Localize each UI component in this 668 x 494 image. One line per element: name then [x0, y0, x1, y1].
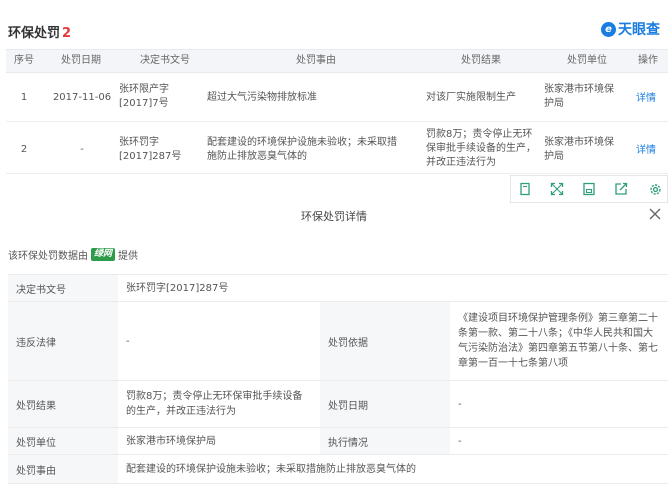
detail-link[interactable]: 详情 [636, 92, 666, 106]
data-source-note: 该环保处罚数据由 绿网 提供 [8, 247, 138, 262]
row-unit: 张家港市环境保护局 [544, 84, 614, 109]
row-date: 2017-11-06 [52, 92, 112, 103]
detail-value-date: - [450, 381, 668, 427]
row-doc-no: 张环限产字[2017]7号 [119, 84, 169, 109]
logo-mark-icon: e [601, 21, 616, 37]
detail-label-date: 处罚日期 [320, 381, 450, 427]
section-title-text: 环保处罚 [8, 26, 61, 41]
detail-label-unit: 处罚单位 [8, 428, 118, 454]
source-suffix: 提供 [118, 251, 139, 262]
detail-value-unit: 张家港市环境保护局 [118, 428, 320, 454]
copy-icon[interactable] [517, 181, 533, 197]
column-header-index: 序号 [14, 55, 34, 66]
share-icon[interactable] [613, 181, 629, 197]
column-header-date: 处罚日期 [61, 55, 101, 66]
save-icon[interactable] [581, 181, 597, 197]
column-header-result: 处罚结果 [461, 55, 501, 66]
detail-label-doc-no: 决定书文号 [8, 275, 118, 301]
row-reason: 超过大气污染物排放标准 [207, 92, 317, 103]
column-header-unit: 处罚单位 [567, 55, 607, 66]
column-header-reason: 处罚事由 [296, 55, 336, 66]
row-result: 对该厂实施限制生产 [426, 92, 516, 103]
detail-label-basis: 处罚依据 [320, 302, 450, 380]
detail-link[interactable]: 详情 [636, 144, 666, 158]
detail-value-basis: 《建设项目环境保护管理条例》第三章第二十条第一款、第二十八条；《中华人民共和国大… [450, 302, 668, 380]
section-title: 环保处罚 2 [8, 22, 71, 41]
column-header-doc-no: 决定书文号 [140, 55, 190, 66]
row-result: 罚款8万；责令停止无环保审批手续设备的生产，并改正违法行为 [426, 129, 536, 168]
detail-value-status: - [450, 428, 668, 454]
table-row: 2 - 张环罚字[2017]287号 配套建设的环境保护设施未验收；未采取措施防… [6, 122, 668, 174]
expand-icon[interactable] [549, 181, 565, 197]
floating-toolbar [510, 175, 668, 203]
logo-text: 天眼查 [618, 22, 660, 38]
row-date: - [80, 144, 84, 155]
settings-icon[interactable] [647, 181, 663, 197]
column-header-action: 操作 [638, 55, 658, 66]
table-row: 1 2017-11-06 张环限产字[2017]7号 超过大气污染物排放标准 对… [6, 74, 668, 122]
lvwang-logo: 绿网 [91, 248, 116, 261]
table-header: 序号 处罚日期 决定书文号 处罚事由 处罚结果 处罚单位 操作 [6, 49, 668, 73]
section-header: 环保处罚 2 e 天眼查 [6, 20, 662, 42]
detail-label-result: 处罚结果 [8, 381, 118, 427]
source-prefix: 该环保处罚数据由 [8, 251, 88, 262]
detail-value-reason: 配套建设的环境保护设施未验收；未采取措施防止排放恶臭气体的 [118, 455, 668, 483]
close-icon[interactable] [648, 207, 662, 221]
detail-title: 环保处罚详情 [301, 210, 367, 223]
row-index: 1 [20, 92, 28, 103]
detail-value-result: 罚款8万；责令停止无环保审批手续设备的生产，并改正违法行为 [118, 381, 320, 427]
detail-label-reason: 处罚事由 [8, 455, 118, 483]
detail-label-law: 违反法律 [8, 302, 118, 380]
row-reason: 配套建设的环境保护设施未验收；未采取措施防止排放恶臭气体的 [207, 137, 397, 162]
row-index: 2 [20, 144, 28, 155]
detail-value-doc-no: 张环罚字[2017]287号 [118, 275, 668, 301]
row-unit: 张家港市环境保护局 [544, 137, 614, 162]
detail-label-status: 执行情况 [320, 428, 450, 454]
divider [8, 483, 668, 484]
row-doc-no: 张环罚字[2017]287号 [119, 137, 182, 162]
tianyancha-logo[interactable]: e 天眼查 [601, 20, 660, 38]
record-count: 2 [62, 26, 72, 41]
detail-value-law: - [118, 302, 320, 380]
